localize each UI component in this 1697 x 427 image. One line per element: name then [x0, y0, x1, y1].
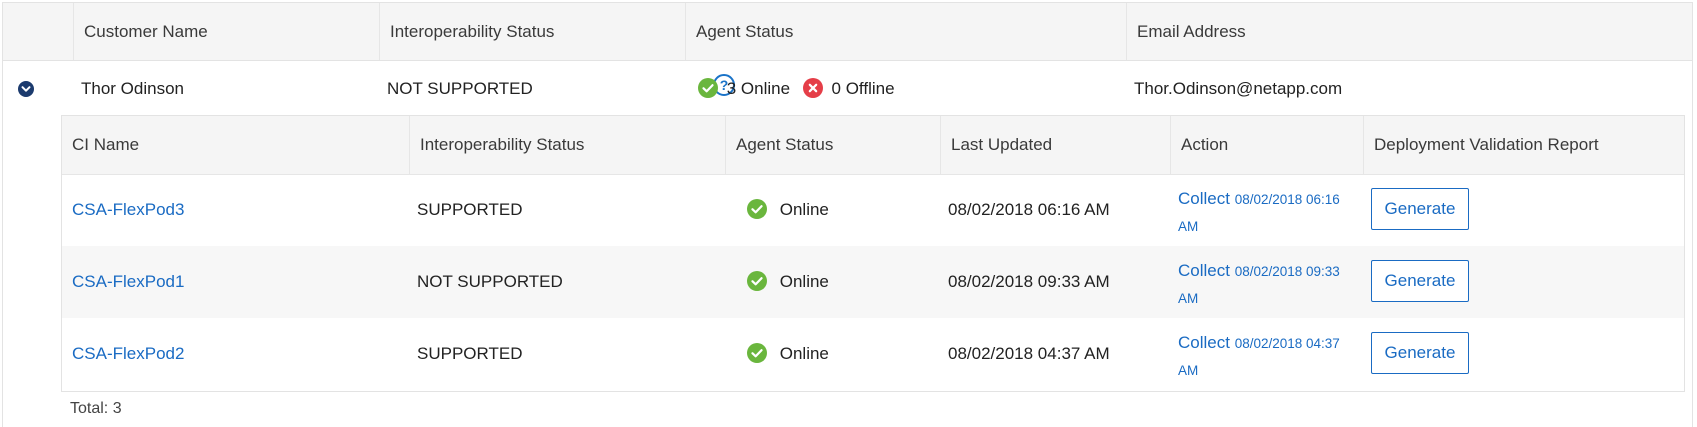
ci-agent-status: Online: [747, 246, 829, 318]
total-count: Total: 3: [70, 400, 122, 417]
collect-action: Collect 08/02/2018 09:33 AM: [1178, 258, 1353, 312]
check-circle-icon: [747, 342, 767, 363]
ci-name-link[interactable]: CSA-FlexPod2: [72, 318, 184, 390]
check-circle-icon: [747, 198, 767, 219]
last-updated: 08/02/2018 09:33 AM: [948, 272, 1110, 291]
collect-link[interactable]: Collect: [1178, 261, 1230, 280]
table-row: CSA-FlexPod1 NOT SUPPORTED Online 08/02/…: [62, 246, 1684, 318]
generate-button[interactable]: Generate: [1371, 260, 1469, 302]
col-email[interactable]: Email Address: [1126, 3, 1692, 60]
ci-interop-status: SUPPORTED: [417, 344, 523, 363]
col-interop-status[interactable]: Interoperability Status: [379, 3, 685, 60]
generate-button[interactable]: Generate: [1371, 332, 1469, 374]
last-updated: 08/02/2018 06:16 AM: [948, 200, 1110, 219]
online-count: 3 Online: [726, 79, 791, 98]
ci-interop-status: SUPPORTED: [417, 200, 523, 219]
offline-count: 0 Offline: [831, 79, 895, 98]
table-row: CSA-FlexPod3 SUPPORTED Online 08/02/2018…: [62, 174, 1684, 246]
x-circle-icon: [802, 77, 823, 98]
col-action[interactable]: Action: [1170, 116, 1363, 174]
table-row: CSA-FlexPod2 SUPPORTED Online 08/02/2018…: [62, 318, 1684, 390]
customer-agent-status: 3 Online 0 Offline: [698, 61, 895, 117]
col-report[interactable]: Deployment Validation Report: [1363, 116, 1684, 174]
chevron-down-icon[interactable]: [18, 81, 34, 97]
customer-interop-status: NOT SUPPORTED: [387, 79, 533, 98]
customer-table-header: Customer Name Interoperability Status Ag…: [3, 3, 1692, 61]
generate-button[interactable]: Generate: [1371, 188, 1469, 230]
check-circle-icon: [698, 77, 718, 98]
customer-name: Thor Odinson: [81, 79, 184, 98]
customer-email: Thor.Odinson@netapp.com: [1134, 79, 1343, 98]
ci-name-link[interactable]: CSA-FlexPod3: [72, 174, 184, 246]
agent-status-label: Online: [779, 344, 829, 363]
collect-action: Collect 08/02/2018 06:16 AM: [1178, 186, 1353, 240]
col-customer-name[interactable]: Customer Name: [73, 3, 379, 60]
col-ci-name[interactable]: CI Name: [62, 116, 409, 174]
collect-action: Collect 08/02/2018 04:37 AM: [1178, 330, 1353, 384]
collect-link[interactable]: Collect: [1178, 189, 1230, 208]
collect-link[interactable]: Collect: [1178, 333, 1230, 352]
ci-agent-status: Online: [747, 174, 829, 246]
ci-table: CI Name Interoperability Status Agent St…: [61, 115, 1685, 392]
ci-name-link[interactable]: CSA-FlexPod1: [72, 246, 184, 318]
col-last-updated[interactable]: Last Updated: [940, 116, 1170, 174]
customer-row: Thor Odinson NOT SUPPORTED ? 3 Online 0 …: [3, 61, 1692, 117]
last-updated: 08/02/2018 04:37 AM: [948, 344, 1110, 363]
col-agent-status[interactable]: Agent Status: [685, 3, 1126, 60]
agent-status-label: Online: [779, 200, 829, 219]
col-ci-interop-status[interactable]: Interoperability Status: [409, 116, 725, 174]
agent-status-label: Online: [779, 272, 829, 291]
check-circle-icon: [747, 270, 767, 291]
ci-agent-status: Online: [747, 318, 829, 390]
ci-interop-status: NOT SUPPORTED: [417, 272, 563, 291]
ci-table-header: CI Name Interoperability Status Agent St…: [62, 116, 1684, 175]
col-ci-agent-status[interactable]: Agent Status: [725, 116, 940, 174]
